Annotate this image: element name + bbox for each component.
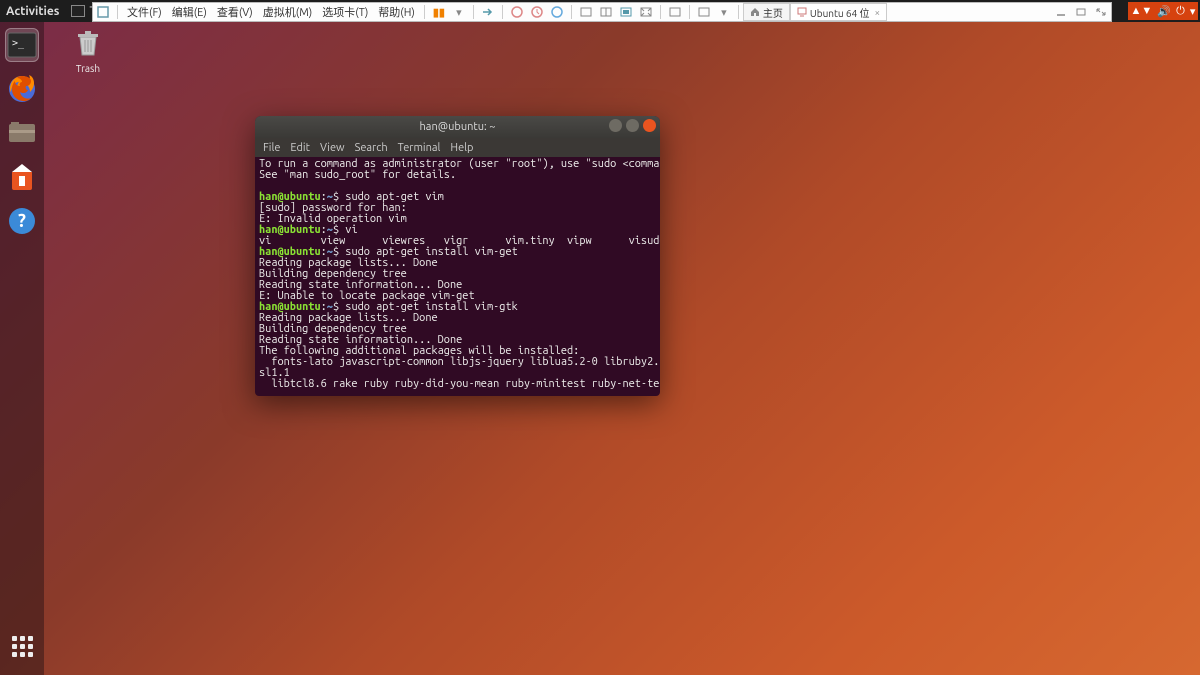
terminal-titlebar[interactable]: han@ubuntu: ~ [255, 116, 660, 138]
terminal-menu-view[interactable]: View [320, 142, 345, 154]
vm-snapshot-revert-icon[interactable] [550, 5, 564, 19]
terminal-menu-edit[interactable]: Edit [290, 142, 310, 154]
vm-menu-edit[interactable]: 编辑(E) [167, 4, 212, 20]
power-icon[interactable]: ⏻ [1176, 5, 1185, 18]
window-maximize-button[interactable] [626, 119, 639, 132]
terminal-menubar: File Edit View Search Terminal Help [255, 138, 660, 157]
vm-view-split-icon[interactable] [599, 5, 613, 19]
vm-fullscreen-icon[interactable] [639, 5, 653, 19]
volume-icon[interactable]: 🔊 [1157, 5, 1171, 18]
svg-text:?: ? [18, 211, 26, 231]
apps-grid-icon [12, 636, 33, 657]
trash-icon [72, 28, 104, 60]
terminal-app-icon: >_ [7, 32, 37, 58]
dock-software[interactable] [5, 160, 39, 194]
vm-maximize-icon[interactable] [1094, 5, 1108, 19]
vm-tab-home[interactable]: 主页 [743, 3, 790, 21]
terminal-menu-terminal[interactable]: Terminal [398, 142, 441, 154]
firefox-icon [7, 74, 37, 104]
svg-text:>_: >_ [12, 38, 25, 49]
vm-tab-guest[interactable]: Ubuntu 64 位 × [790, 3, 887, 21]
activities-button[interactable]: Activities [6, 5, 59, 18]
tray-dropdown-icon[interactable]: ▾ [1190, 5, 1196, 18]
desktop-trash[interactable]: Trash [65, 28, 111, 74]
software-icon [8, 162, 36, 192]
vm-menu-vm[interactable]: 虚拟机(M) [258, 4, 318, 20]
dock-files[interactable] [5, 116, 39, 150]
dock-terminal[interactable]: >_ [5, 28, 39, 62]
vm-menu-tabs[interactable]: 选项卡(T) [317, 4, 373, 20]
terminal-menu-help[interactable]: Help [450, 142, 473, 154]
vm-snapshot-icon[interactable] [510, 5, 524, 19]
terminal-menu-file[interactable]: File [263, 142, 280, 154]
vm-snapshot-manage-icon[interactable] [530, 5, 544, 19]
vm-tab-home-label: 主页 [763, 5, 783, 20]
terminal-menu-search[interactable]: Search [355, 142, 388, 154]
host-tray: ▲▼ 🔊 ⏻ ▾ [1128, 2, 1198, 20]
vm-tab-guest-label: Ubuntu 64 位 [810, 5, 870, 20]
dock-help[interactable]: ? [5, 204, 39, 238]
monitor-icon [797, 7, 807, 17]
vm-view-single-icon[interactable] [579, 5, 593, 19]
vm-host-toolbar: 文件(F) 编辑(E) 查看(V) 虚拟机(M) 选项卡(T) 帮助(H) ▮▮… [92, 2, 1112, 22]
help-icon: ? [7, 206, 37, 236]
vm-stretch-icon[interactable] [697, 5, 711, 19]
terminal-content[interactable]: To run a command as administrator (user … [255, 157, 660, 392]
files-icon [7, 120, 37, 146]
dock-firefox[interactable] [5, 72, 39, 106]
window-minimize-button[interactable] [609, 119, 622, 132]
trash-label: Trash [65, 63, 111, 74]
terminal-window: han@ubuntu: ~ File Edit View Search Term… [255, 116, 660, 396]
terminal-icon [71, 5, 85, 17]
vm-dropdown-icon[interactable]: ▾ [452, 5, 466, 19]
vm-pause-icon[interactable]: ▮▮ [432, 5, 446, 19]
ubuntu-dock: >_ ? [0, 22, 44, 675]
show-applications-button[interactable] [5, 629, 39, 663]
network-icon[interactable]: ▲▼ [1131, 5, 1153, 17]
vm-tab-close-icon[interactable]: × [875, 7, 881, 18]
vm-menu-help[interactable]: 帮助(H) [373, 4, 420, 20]
vm-menu-file[interactable]: 文件(F) [122, 4, 167, 20]
vm-menu-view[interactable]: 查看(V) [212, 4, 258, 20]
terminal-title: han@ubuntu: ~ [255, 121, 660, 133]
vm-stretch-dropdown-icon[interactable]: ▾ [717, 5, 731, 19]
home-icon [750, 7, 760, 17]
vm-view-console-icon[interactable] [619, 5, 633, 19]
vm-restore-icon[interactable] [1074, 5, 1088, 19]
window-close-button[interactable] [643, 119, 656, 132]
vm-minimize-icon[interactable] [1054, 5, 1068, 19]
vm-tab-list-icon[interactable] [96, 5, 110, 19]
vm-send-icon[interactable] [481, 5, 495, 19]
vm-unity-icon[interactable] [668, 5, 682, 19]
